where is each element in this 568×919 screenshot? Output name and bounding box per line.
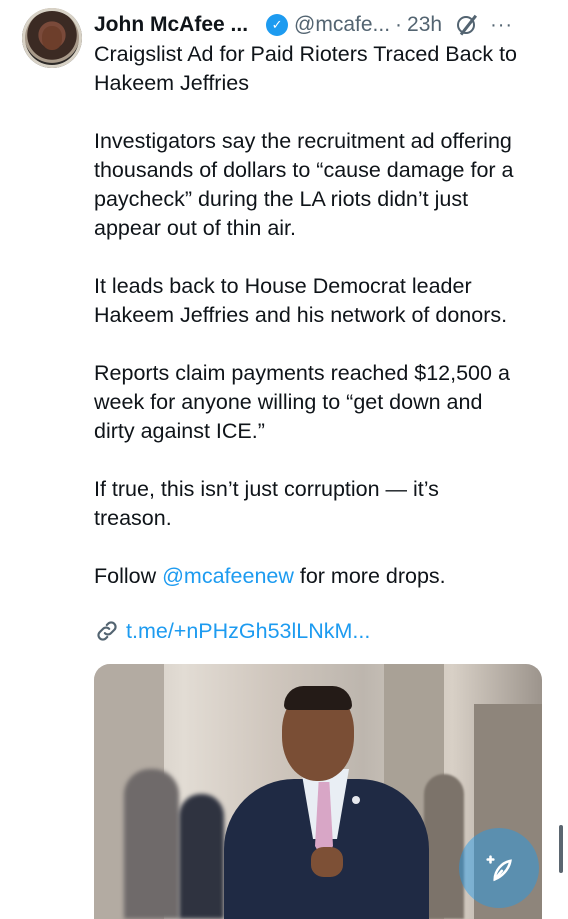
photo-subject-hair	[284, 686, 352, 710]
photo-bystander	[124, 769, 179, 919]
tweet-text: Craigslist Ad for Paid Rioters Traced Ba…	[94, 40, 544, 620]
separator-dot: ·	[395, 13, 403, 36]
avatar[interactable]	[22, 8, 82, 68]
link-text[interactable]: t.me/+nPHzGh53lLNkM...	[126, 619, 370, 644]
tweet-paragraph: If true, this isn’t just corruption — it…	[94, 477, 439, 530]
follow-line: Follow @mcafeenew for more drops.	[94, 562, 544, 591]
tweet-paragraph: Reports claim payments reached $12,500 a…	[94, 361, 510, 443]
tweet-header: John McAfee ... ✓ @mcafe... · 23h ···	[94, 10, 558, 40]
timestamp[interactable]: 23h	[407, 13, 442, 37]
external-link[interactable]: t.me/+nPHzGh53lLNkM...	[94, 618, 370, 644]
compose-button[interactable]	[459, 828, 539, 908]
photo-bystander	[424, 774, 464, 919]
author-name[interactable]: John McAfee ...	[94, 13, 248, 37]
tweet-paragraph: Craigslist Ad for Paid Rioters Traced Ba…	[94, 42, 518, 95]
author-handle[interactable]: @mcafe...	[294, 13, 390, 37]
compose-icon	[486, 855, 512, 882]
follow-suffix: for more drops.	[293, 564, 446, 588]
follow-prefix: Follow	[94, 564, 163, 588]
photo-subject-hand	[311, 847, 343, 877]
photo-bystander	[179, 794, 224, 919]
tweet-paragraph: It leads back to House Democrat leader H…	[94, 274, 508, 327]
verified-badge-icon: ✓	[266, 14, 289, 36]
scrollbar[interactable]	[559, 825, 563, 873]
more-icon[interactable]: ···	[490, 14, 513, 37]
link-icon	[97, 621, 117, 641]
grok-icon[interactable]	[456, 15, 476, 35]
photo-lapel-pin	[352, 796, 360, 804]
tweet-paragraph: Investigators say the recruitment ad off…	[94, 129, 514, 240]
mention-link[interactable]: @mcafeenew	[162, 564, 294, 588]
